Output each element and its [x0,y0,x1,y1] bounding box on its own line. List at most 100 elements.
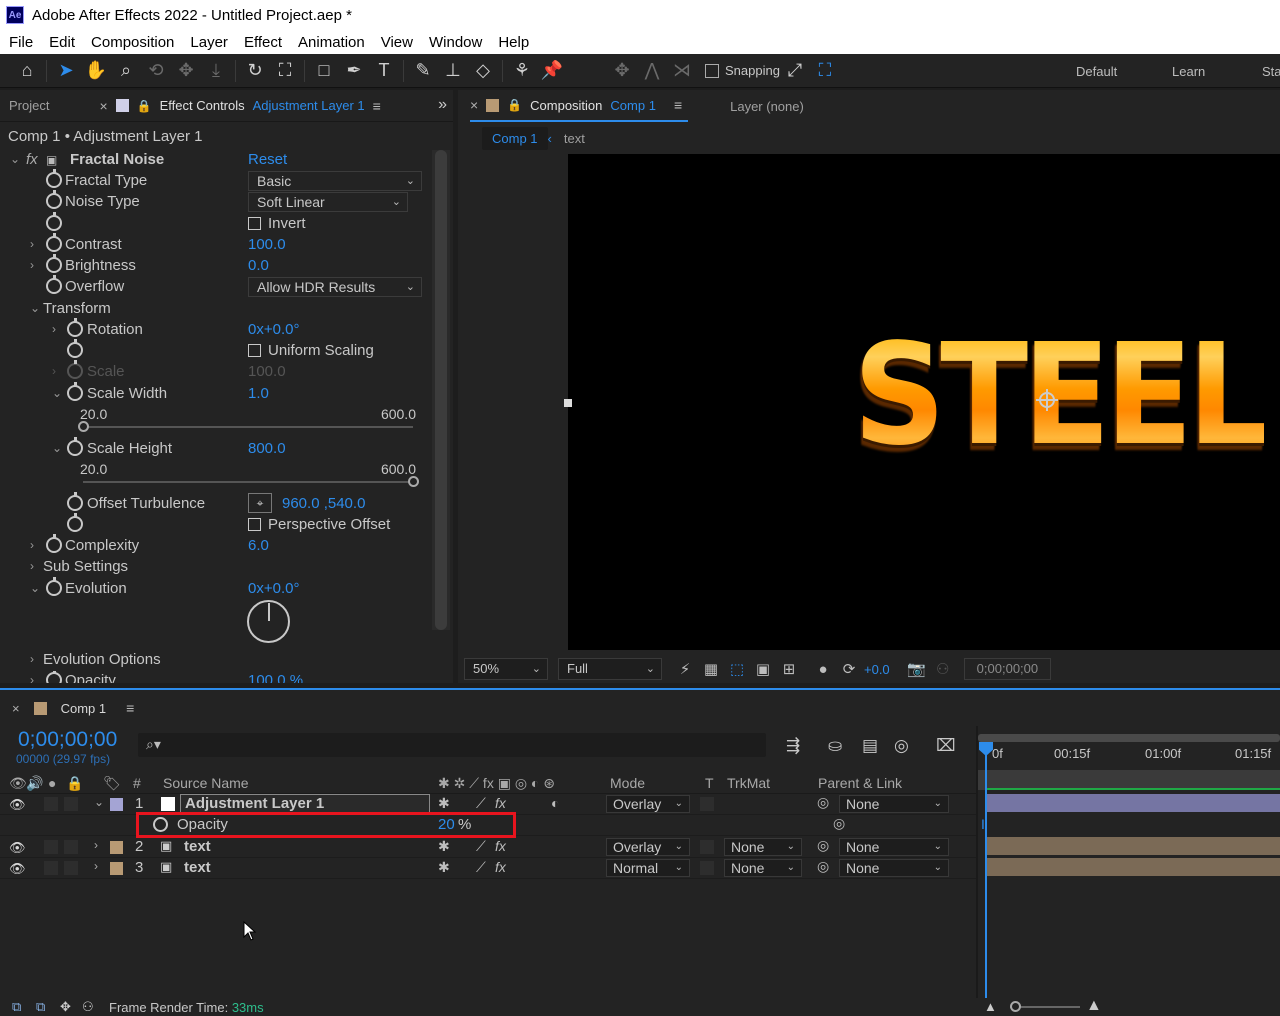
layer-name[interactable]: text [184,859,211,876]
layer-3-trkmat-dropdown[interactable]: None ⌄ [724,859,802,877]
frame-blending-icon[interactable]: ▤ [862,736,878,756]
graph-editor-icon[interactable]: ⌧ [936,736,956,756]
eye-icon[interactable]: 👁 [9,861,26,877]
layer-2-duration-bar[interactable] [986,837,1280,855]
layer-3-duration-bar[interactable] [986,858,1280,876]
stopwatch-icon[interactable] [46,212,62,231]
label-color-swatch[interactable] [110,841,123,854]
uniform-scaling-checkbox[interactable]: Uniform Scaling [248,342,374,359]
panel-menu-icon[interactable]: ≡ [126,700,134,716]
menu-effect[interactable]: Effect [236,34,290,51]
scale-height-value[interactable]: 800.0 [248,440,286,457]
transfer-controls-toggle-icon[interactable]: ⧉ [36,999,45,1015]
in-out-toggle-icon[interactable]: ✥ [60,999,71,1015]
quality-switch-icon[interactable]: ⟋ [476,859,486,876]
fx-switch-icon[interactable]: fx [495,795,506,811]
clone-stamp-icon[interactable]: ⊥ [438,56,468,86]
layer-3-mode-dropdown[interactable]: Normal ⌄ [606,859,690,877]
draft-3d-icon[interactable]: ⛀ [828,736,842,756]
layer-row-3[interactable]: 👁 › 3 ▣ text ✱ ⟋ fx Normal ⌄ None ⌄ ◎ None… [0,858,976,879]
workspace-standard[interactable]: Sta [1262,64,1280,79]
zoom-slider-knob[interactable] [1010,1001,1021,1012]
timeline-search-input[interactable]: ⌕▾ [138,733,766,757]
eraser-icon[interactable]: ◇ [468,56,498,86]
solo-cell[interactable] [44,861,58,875]
menu-edit[interactable]: Edit [41,34,83,51]
lock-cell[interactable] [64,861,78,875]
menu-view[interactable]: View [373,34,421,51]
layer-1-mode-dropdown[interactable]: Overlay ⌄ [606,795,690,813]
twirl-open-icon[interactable]: ⌄ [52,386,62,400]
effect-controls-scrollbar[interactable] [432,150,450,630]
close-icon[interactable]: × [12,701,20,716]
prop-group-evolution-options[interactable]: › Evolution Options [0,650,432,671]
slider-knob[interactable] [408,476,419,487]
shy-switch-icon[interactable]: ✱ [438,838,450,855]
home-icon[interactable]: ⌂ [12,56,42,86]
snapping-checkbox[interactable] [705,63,719,78]
time-navigator-bar[interactable] [978,734,1280,742]
resolution-dropdown[interactable]: Full ⌄ [558,658,662,680]
twirl-open-icon[interactable]: ⌄ [94,795,104,809]
offset-turbulence-value[interactable]: 960.0 ,540.0 [282,495,365,512]
zoom-in-icon[interactable]: ▲ [1086,997,1102,1015]
stopwatch-icon[interactable] [46,169,62,188]
preserve-transparency-cell[interactable] [700,797,714,811]
dolly-icon[interactable]: ⤓ [201,56,231,86]
nav-comp-1[interactable]: Comp 1 [482,126,548,150]
stopwatch-icon[interactable] [67,492,83,511]
lock-cell[interactable] [64,840,78,854]
twirl-closed-icon[interactable]: › [52,322,56,336]
scrollbar-thumb[interactable] [435,150,447,630]
lock-cell[interactable] [64,797,78,811]
layer-2-trkmat-dropdown[interactable]: None ⌄ [724,838,802,856]
rectangle-tool-icon[interactable]: □ [309,56,339,86]
region-of-interest-icon[interactable]: ▣ [750,660,776,678]
rotate-tool-icon[interactable]: ↻ [240,56,270,86]
scale-width-value[interactable]: 1.0 [248,385,269,402]
eye-icon[interactable]: 👁 [9,840,26,856]
snapping-toggle[interactable]: Snapping [705,63,780,78]
rotation-value[interactable]: 0x+0.0° [248,321,299,338]
fast-previews-icon[interactable]: ⚡ [672,660,698,678]
puppet-pin-icon[interactable]: 📌 [537,56,567,86]
menu-window[interactable]: Window [421,34,490,51]
invert-checkbox[interactable]: Invert [248,215,306,232]
composition-viewer[interactable]: STEEL [568,154,1280,650]
reset-exposure-icon[interactable]: ⟳ [836,660,862,678]
panel-menu-icon[interactable]: ≡ [373,98,381,114]
zoom-out-icon[interactable]: ▲ [984,999,997,1014]
shy-switch-icon[interactable]: ✱ [438,859,450,876]
overflow-dropdown[interactable]: Allow HDR Results ⌄ [248,277,422,297]
stopwatch-icon[interactable] [46,275,62,294]
complexity-value[interactable]: 6.0 [248,537,269,554]
fractal-type-dropdown[interactable]: Basic ⌄ [248,171,422,191]
preserve-transparency-cell[interactable] [700,861,714,875]
tab-effect-controls[interactable]: 🔒 Effect Controls Adjustment Layer 1 ≡ [115,98,381,114]
align-icon[interactable]: ✥ [607,56,637,86]
layer-name[interactable]: Adjustment Layer 1 [180,794,430,813]
magnification-dropdown[interactable]: 50% ⌄ [464,658,548,680]
twirl-closed-icon[interactable]: › [30,673,34,683]
contrast-value[interactable]: 100.0 [248,236,286,253]
prop-group-sub-settings[interactable]: › Sub Settings [0,557,432,578]
viewer-timecode[interactable]: 0;00;00;00 [963,658,1052,680]
tab-comp-1[interactable]: Comp 1 [61,701,107,716]
local-axis-icon[interactable]: ⋀ [637,56,667,86]
twirl-open-icon[interactable]: ⌄ [30,581,40,595]
evolution-angle-dial[interactable] [247,600,290,643]
transparency-grid-icon[interactable]: ▦ [698,660,724,678]
opacity-value[interactable]: 100.0 % [248,672,303,683]
roto-brush-icon[interactable]: ⚘ [507,56,537,86]
channels-icon[interactable]: ● [810,661,836,678]
layer-3-parent-dropdown[interactable]: None ⌄ [839,859,949,877]
workspace-default[interactable]: Default [1076,64,1117,79]
layer-1-parent-dropdown[interactable]: None ⌄ [839,795,949,813]
mask-visibility-icon[interactable]: ⬚ [724,660,750,678]
snapshot-camera-icon[interactable]: 📷 [904,660,930,678]
solo-cell[interactable] [44,797,58,811]
twirl-closed-icon[interactable]: › [30,652,34,666]
stopwatch-icon[interactable] [46,233,62,252]
pan-behind-icon[interactable]: ⛶ [270,56,300,86]
close-icon[interactable]: × [99,98,107,114]
